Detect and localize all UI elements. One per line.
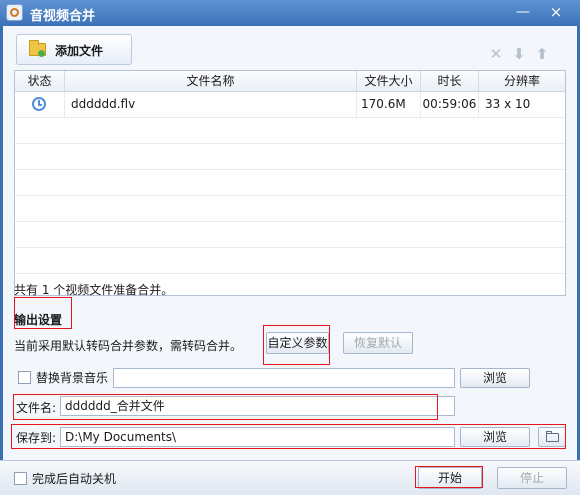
add-file-label: 添加文件 (55, 44, 104, 58)
file-name-cell: dddddd.flv (65, 92, 357, 117)
table-header: 状态 文件名称 文件大小 时长 分辨率 (15, 71, 565, 92)
bottom-bar: 完成后自动关机 开始 停止 (0, 460, 580, 495)
move-down-icon[interactable]: ⬇ (511, 46, 527, 62)
filename-label: 文件名: (16, 401, 57, 415)
empty-row (15, 118, 565, 144)
title-bar[interactable]: 音视频合并 — × (0, 0, 580, 26)
clock-icon (32, 97, 46, 111)
empty-row (15, 248, 565, 274)
delete-icon[interactable]: ✕ (488, 46, 504, 62)
custom-params-button[interactable]: 自定义参数 (266, 332, 329, 354)
save-path-input[interactable]: D:\My Documents\ (60, 427, 455, 447)
column-header-name[interactable]: 文件名称 (65, 71, 357, 91)
start-button[interactable]: 开始 (418, 467, 482, 489)
minimize-button[interactable]: — (512, 3, 534, 21)
replace-music-checkbox[interactable] (18, 371, 31, 384)
restore-default-button[interactable]: 恢复默认 (343, 332, 413, 354)
filename-input[interactable]: dddddd_合并文件 (60, 396, 455, 416)
auto-shutdown-checkbox[interactable] (14, 472, 27, 485)
open-folder-button[interactable] (538, 427, 566, 447)
table-row[interactable]: dddddd.flv 170.6M 00:59:06 33 x 10 (15, 92, 565, 118)
auto-shutdown-label: 完成后自动关机 (32, 472, 117, 486)
merge-dialog: 音视频合并 — × 添加文件 ✕ ⬇ ⬆ 状态 文件名称 文件大小 时长 分辨率… (0, 0, 580, 495)
output-settings-title: 输出设置 (14, 313, 63, 327)
move-up-icon[interactable]: ⬆ (534, 46, 550, 62)
browse-save-button[interactable]: 浏览 (460, 427, 530, 447)
window-title: 音视频合并 (30, 9, 96, 24)
dialog-body: 添加文件 ✕ ⬇ ⬆ 状态 文件名称 文件大小 时长 分辨率 dddddd.fl… (3, 26, 577, 460)
duration-cell: 00:59:06 (421, 92, 479, 117)
add-file-button[interactable]: 添加文件 (16, 34, 132, 65)
replace-music-label: 替换背景音乐 (36, 371, 109, 385)
empty-row (15, 196, 565, 222)
transcode-hint: 当前采用默认转码合并参数，需转码合并。 (14, 339, 243, 353)
column-header-size[interactable]: 文件大小 (357, 71, 421, 91)
open-folder-icon (546, 431, 559, 442)
empty-row (15, 170, 565, 196)
column-header-duration[interactable]: 时长 (421, 71, 479, 91)
browse-music-button[interactable]: 浏览 (460, 368, 530, 388)
resolution-cell: 33 x 10 (485, 97, 531, 111)
folder-add-icon (29, 40, 46, 57)
column-header-status[interactable]: 状态 (15, 71, 65, 91)
file-count-summary: 共有 1 个视频文件准备合并。 (14, 283, 174, 297)
status-cell (15, 92, 65, 117)
stop-button[interactable]: 停止 (497, 467, 567, 489)
empty-row (15, 222, 565, 248)
file-table[interactable]: 状态 文件名称 文件大小 时长 分辨率 dddddd.flv 170.6M 00… (14, 70, 566, 296)
music-path-input[interactable] (113, 368, 455, 388)
column-header-resolution[interactable]: 分辨率 (479, 71, 565, 91)
save-to-label: 保存到: (16, 431, 57, 445)
app-icon (6, 4, 23, 21)
file-size-cell: 170.6M (357, 92, 421, 117)
close-button[interactable]: × (545, 3, 567, 21)
empty-row (15, 144, 565, 170)
